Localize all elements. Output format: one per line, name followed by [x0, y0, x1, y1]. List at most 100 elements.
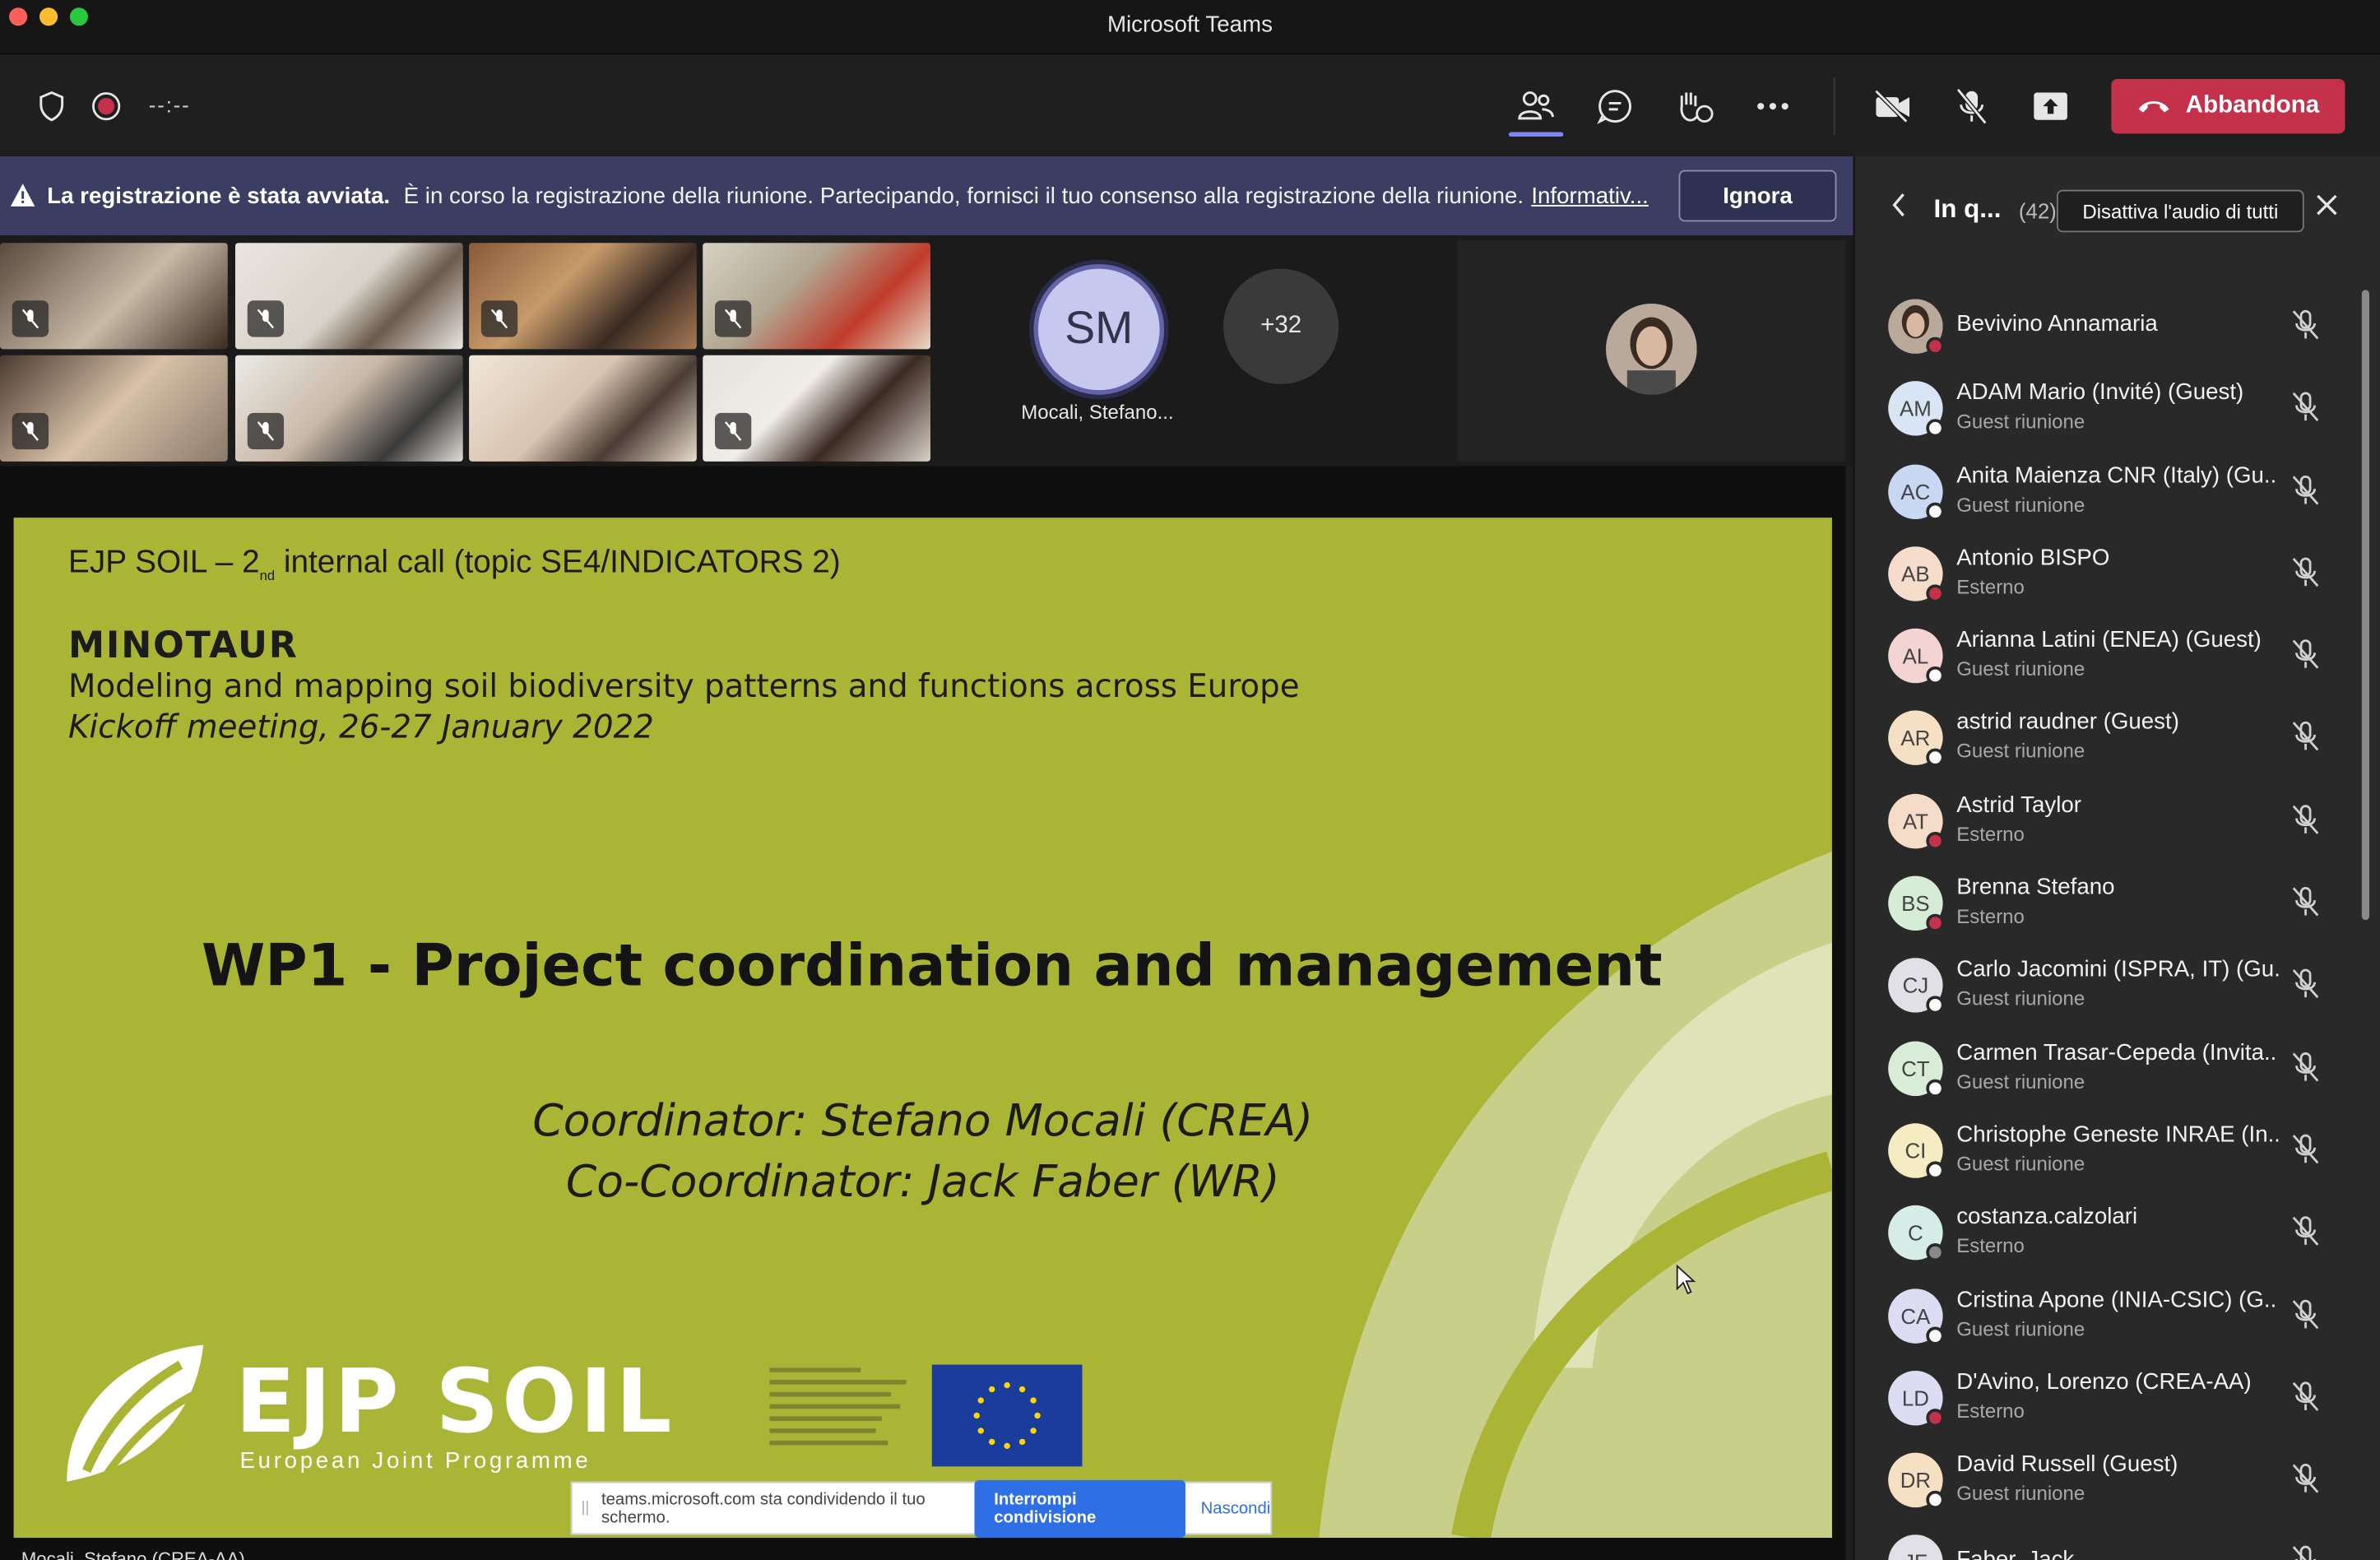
microphone-off-icon[interactable]	[2290, 638, 2321, 671]
avatar: CJ	[1888, 958, 1945, 1015]
ejp-soil-logo-text: EJP SOIL	[234, 1349, 675, 1453]
microphone-off-icon[interactable]	[2290, 1380, 2321, 1414]
participant-row[interactable]: Bevivino Annamaria	[1855, 284, 2356, 366]
share-screen-icon[interactable]	[2028, 83, 2073, 128]
participant-row[interactable]: JF Faber, Jack	[1855, 1521, 2356, 1560]
avatar-initials: DR	[1900, 1468, 1932, 1493]
presence-status-icon	[1926, 1243, 1945, 1262]
stop-sharing-button[interactable]: Interrompi condivisione	[974, 1479, 1186, 1538]
participant-name: Faber, Jack	[1956, 1548, 2074, 1560]
more-options-icon[interactable]	[1750, 83, 1795, 128]
participant-row[interactable]: DR David Russell (Guest) Guest riunione	[1855, 1438, 2356, 1521]
participants-panel-header: In q... (42) Disattiva l'audio di tutti	[1855, 156, 2380, 259]
microphone-off-icon[interactable]	[2290, 391, 2321, 425]
chevron-left-icon[interactable]	[1891, 193, 1906, 225]
presence-status-icon	[1926, 666, 1945, 685]
muted-icon	[714, 412, 752, 450]
microphone-off-icon[interactable]	[2290, 720, 2321, 754]
close-icon[interactable]	[2315, 187, 2340, 226]
privacy-link[interactable]: Informativ...	[1531, 183, 1649, 208]
participant-row[interactable]: CJ Carlo Jacomini (ISPRA, IT) (Gu... Guest…	[1855, 943, 2356, 1025]
participant-row[interactable]: CI Christophe Geneste INRAE (In... Guest r…	[1855, 1108, 2356, 1191]
leave-button[interactable]: Abbandona	[2111, 78, 2345, 134]
video-tile[interactable]	[469, 243, 697, 350]
microphone-off-icon[interactable]	[2290, 473, 2321, 507]
participant-role: Guest riunione	[1956, 410, 2085, 434]
avatar: CA	[1888, 1288, 1945, 1344]
participant-row[interactable]: AR astrid raudner (Guest) Guest riunione	[1855, 696, 2356, 778]
avatar-initials: AB	[1901, 561, 1930, 586]
window-title: Microsoft Teams	[1106, 12, 1273, 39]
title-bar: Microsoft Teams	[0, 0, 2380, 55]
participant-row[interactable]: BS Brenna Stefano Esterno	[1855, 861, 2356, 943]
video-tile[interactable]	[703, 355, 930, 462]
muted-icon	[247, 300, 285, 337]
participant-avatar[interactable]: SM	[1033, 264, 1165, 395]
participant-row[interactable]: Ccostanza.calzolari Esterno	[1855, 1191, 2356, 1273]
microphone-off-icon[interactable]	[2290, 1132, 2321, 1166]
avatar-initials: AM	[1900, 397, 1932, 421]
participants-scrollbar[interactable]	[2361, 290, 2370, 921]
participant-row[interactable]: AB Antonio BISPO Esterno	[1855, 532, 2356, 614]
presence-status-icon	[1926, 584, 1945, 603]
avatar: C	[1888, 1205, 1945, 1262]
video-tile[interactable]	[234, 243, 463, 350]
participant-role: Esterno	[1956, 904, 2025, 928]
participant-row[interactable]: AT Astrid Taylor Esterno	[1855, 778, 2356, 861]
microphone-off-icon[interactable]	[2290, 968, 2321, 1001]
drag-handle-icon[interactable]: ||	[582, 1500, 590, 1516]
presenter-label: Mocali, Stefano (CREA-AA)	[21, 1548, 245, 1560]
avatar-initials: BS	[1901, 891, 1930, 916]
mute-all-button[interactable]: Disattiva l'audio di tutti	[2056, 189, 2304, 233]
presence-status-icon	[1926, 1408, 1945, 1428]
participants-panel: In q... (42) Disattiva l'audio di tutti …	[1853, 156, 2380, 1560]
participant-row[interactable]: LD D'Avino, Lorenzo (CREA-AA) Esterno	[1855, 1355, 2356, 1437]
participant-name: Arianna Latini (ENEA) (Guest)	[1956, 627, 2262, 653]
camera-off-icon[interactable]	[1870, 83, 1915, 128]
microphone-off-icon[interactable]	[2290, 1462, 2321, 1496]
avatar: CI	[1888, 1123, 1945, 1180]
microphone-off-icon[interactable]	[2290, 1298, 2321, 1331]
presence-status-icon	[1926, 831, 1945, 850]
shield-icon[interactable]	[29, 83, 74, 128]
avatar-initials: AR	[1900, 726, 1931, 751]
participant-row[interactable]: AL Arianna Latini (ENEA) (Guest) Guest riu…	[1855, 614, 2356, 696]
banner-title: La registrazione è stata avviata.	[47, 183, 391, 209]
microphone-off-icon[interactable]	[2290, 1050, 2321, 1084]
more-participants-button[interactable]: +32	[1223, 268, 1339, 384]
avatar-initials: CJ	[1902, 973, 1929, 998]
video-tile[interactable]	[0, 355, 228, 462]
participant-role: Guest riunione	[1956, 1152, 2085, 1175]
microphone-off-icon[interactable]	[1949, 83, 1994, 128]
participant-name: Carlo Jacomini (ISPRA, IT) (Gu...	[1956, 957, 2279, 983]
slide-coordinator: Coordinator: Stefano Mocali (CREA)	[532, 1094, 1314, 1146]
microphone-off-icon[interactable]	[2290, 803, 2321, 837]
participant-role: Esterno	[1956, 1234, 2025, 1258]
avatar: JF	[1888, 1535, 1943, 1560]
ignore-button[interactable]: Ignora	[1678, 169, 1837, 222]
video-tile[interactable]	[234, 355, 463, 462]
microphone-off-icon[interactable]	[2290, 885, 2321, 919]
participant-row[interactable]: CT Carmen Trasar-Cepeda (Invita... Guest r…	[1855, 1026, 2356, 1108]
participant-row[interactable]: AC Anita Maienza CNR (Italy) (Gu... Guest …	[1855, 448, 2356, 531]
participant-row[interactable]: CA Cristina Apone (INIA-CSIC) (G... Guest …	[1855, 1273, 2356, 1355]
toolbar-divider	[1833, 77, 1835, 136]
microphone-off-icon[interactable]	[2290, 1214, 2321, 1248]
participant-row[interactable]: AM ADAM Mario (Invité) (Guest) Guest riuni…	[1855, 366, 2356, 448]
hide-sharing-bar-button[interactable]: Nascondi	[1201, 1499, 1271, 1517]
slide-heading: WP1 - Project coordination and managemen…	[201, 931, 1663, 1000]
video-tile[interactable]	[703, 243, 930, 350]
recording-icon	[83, 83, 128, 128]
microphone-off-icon[interactable]	[2290, 309, 2321, 342]
participant-name: Bevivino Annamaria	[1956, 311, 2158, 337]
avatar: AT	[1888, 793, 1945, 850]
avatar: BS	[1888, 875, 1945, 932]
video-tile[interactable]	[0, 243, 228, 350]
microphone-off-icon[interactable]	[2290, 1544, 2321, 1560]
reactions-icon[interactable]	[1671, 83, 1716, 128]
presence-status-icon	[1926, 1491, 1945, 1510]
video-tile[interactable]	[469, 355, 697, 462]
microphone-off-icon[interactable]	[2290, 555, 2321, 589]
chat-icon[interactable]	[1592, 83, 1637, 128]
people-icon[interactable]	[1513, 83, 1558, 128]
